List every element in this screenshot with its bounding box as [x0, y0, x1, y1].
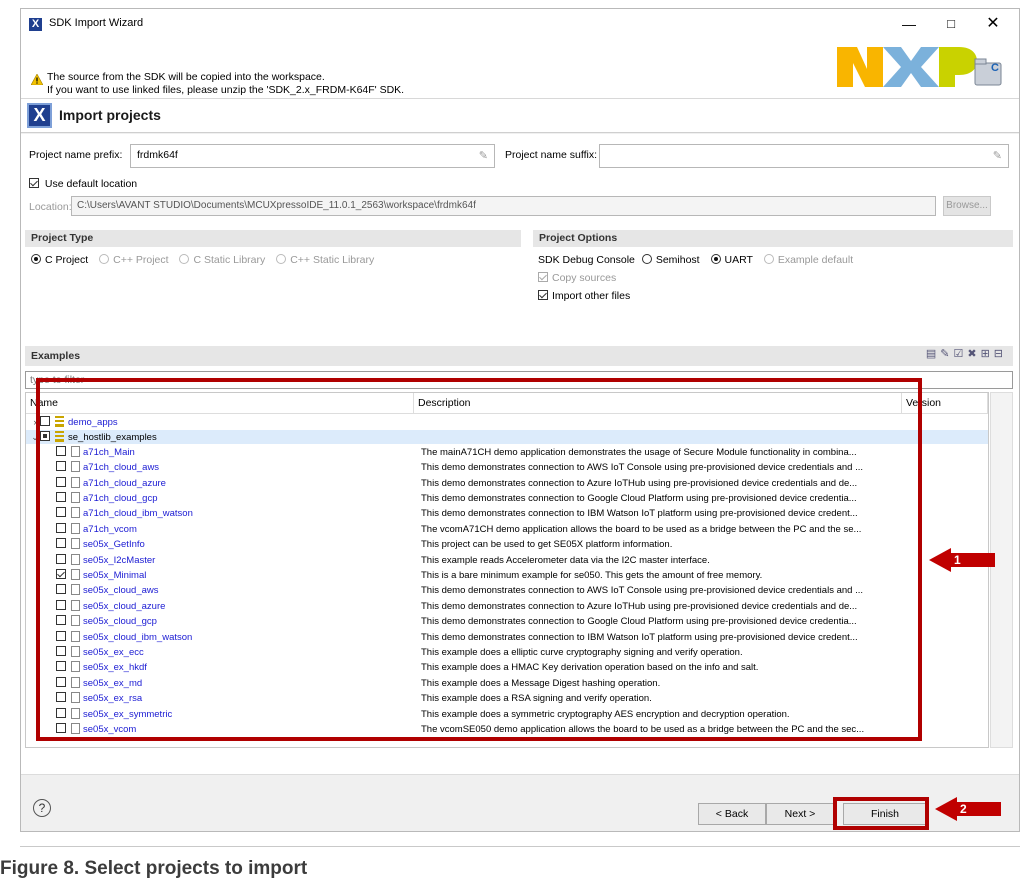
- caption-divider: [20, 846, 1020, 847]
- nxp-logo-icon: C: [837, 47, 1002, 87]
- import-folder-icon[interactable]: ▤: [926, 348, 940, 360]
- use-default-location-label: Use default location: [44, 178, 138, 190]
- console-semihost[interactable]: Semihost: [641, 254, 704, 266]
- option-label: Example default: [777, 254, 854, 266]
- collapse-all-icon[interactable]: ⊟: [994, 348, 1007, 360]
- annotation-box-finish: [833, 797, 929, 830]
- svg-text:C: C: [991, 62, 999, 74]
- back-button[interactable]: < Back: [698, 803, 766, 825]
- radio-uart[interactable]: [710, 254, 721, 264]
- browse-button: Browse...: [943, 196, 991, 216]
- project-type-cpp-static: C++ Static Library: [276, 254, 378, 266]
- option-label: UART: [724, 254, 753, 266]
- arrow-head-icon: [935, 797, 957, 821]
- banner-message: The source from the SDK will be copied i…: [47, 71, 404, 97]
- edit-icon[interactable]: ✎: [940, 348, 953, 360]
- next-button[interactable]: Next >: [766, 803, 834, 825]
- annotation-box-examples: [36, 378, 922, 741]
- maximize-button[interactable]: □: [931, 13, 971, 35]
- radio-c-static-library: [179, 254, 190, 264]
- info-banner: The source from the SDK will be copied i…: [21, 39, 1019, 99]
- expand-all-icon[interactable]: ⊞: [981, 348, 994, 360]
- annotation-arrow-2: 2: [935, 797, 1001, 821]
- examples-title: Examples: [31, 350, 81, 362]
- examples-toolbar: ▤✎☑✖⊞⊟: [926, 347, 1007, 360]
- use-default-location-checkbox[interactable]: [29, 178, 39, 188]
- prefix-label: Project name prefix:: [29, 149, 123, 161]
- mcuxpresso-icon: X: [27, 103, 52, 128]
- option-label: C Project: [45, 254, 89, 266]
- edit-icon: ✎: [478, 150, 488, 162]
- banner-line-2: If you want to use linked files, please …: [47, 84, 405, 96]
- project-prefix-value: frdmk64f: [137, 149, 178, 161]
- option-label: C++ Static Library: [290, 254, 375, 266]
- location-input: C:\Users\AVANT STUDIO\Documents\MCUXpres…: [71, 196, 936, 216]
- edit-icon: ✎: [992, 150, 1002, 162]
- suffix-label: Project name suffix:: [505, 149, 598, 161]
- help-icon[interactable]: ?: [33, 799, 51, 817]
- option-label: C Static Library: [193, 254, 266, 266]
- radio-example-default: [763, 254, 774, 264]
- title-bar: X SDK Import Wizard — □ ✕: [21, 9, 1019, 39]
- close-button[interactable]: ✕: [973, 13, 1013, 35]
- examples-header: Examples ▤✎☑✖⊞⊟: [25, 346, 1013, 366]
- app-icon: X: [29, 18, 42, 31]
- project-suffix-input[interactable]: ✎: [599, 144, 1009, 168]
- location-value: C:\Users\AVANT STUDIO\Documents\MCUXpres…: [77, 200, 476, 211]
- figure-caption: Figure 8. Select projects to import: [0, 858, 308, 879]
- annotation-marker-2: 2: [956, 802, 1001, 816]
- project-type-header: Project Type: [25, 230, 521, 247]
- warning-icon: [31, 74, 43, 85]
- use-default-location[interactable]: Use default location: [29, 178, 137, 190]
- select-all-icon[interactable]: ☑: [953, 348, 967, 360]
- project-type-options: C Project C++ Project C Static Library C…: [31, 254, 382, 266]
- window-title: SDK Import Wizard: [49, 17, 144, 29]
- radio-cpp-project: [99, 254, 110, 264]
- banner-line-1: The source from the SDK will be copied i…: [47, 71, 325, 83]
- project-type-c-static: C Static Library: [179, 254, 269, 266]
- annotation-arrow-1: 1: [929, 548, 995, 572]
- radio-c-project[interactable]: [31, 254, 41, 264]
- import-other-files-label: Import other files: [552, 290, 631, 302]
- console-uart[interactable]: UART: [710, 254, 757, 266]
- arrow-head-icon: [929, 548, 951, 572]
- annotation-marker-1: 1: [950, 553, 995, 567]
- copy-sources: Copy sources: [538, 272, 620, 284]
- page-title: Import projects: [59, 107, 161, 123]
- option-label: Semihost: [655, 254, 700, 266]
- minimize-button[interactable]: —: [889, 13, 929, 35]
- debug-console-options: SDK Debug Console Semihost UART Example …: [538, 254, 861, 266]
- radio-cpp-static-library: [276, 254, 287, 264]
- debug-console-label: SDK Debug Console: [538, 254, 635, 266]
- project-type-cpp: C++ Project: [99, 254, 172, 266]
- copy-sources-label: Copy sources: [552, 272, 617, 284]
- page-header: X Import projects: [21, 99, 1019, 133]
- deselect-all-icon[interactable]: ✖: [967, 348, 980, 360]
- location-label: Location:: [29, 201, 72, 213]
- import-other-files[interactable]: Import other files: [538, 290, 634, 302]
- radio-semihost[interactable]: [641, 254, 652, 264]
- import-other-files-checkbox[interactable]: [538, 290, 548, 300]
- project-type-c[interactable]: C Project: [31, 254, 92, 266]
- console-example-default: Example default: [763, 254, 857, 266]
- copy-sources-checkbox: [538, 272, 548, 282]
- project-prefix-input[interactable]: frdmk64f ✎: [130, 144, 495, 168]
- project-options-header: Project Options: [533, 230, 1013, 247]
- option-label: C++ Project: [113, 254, 169, 266]
